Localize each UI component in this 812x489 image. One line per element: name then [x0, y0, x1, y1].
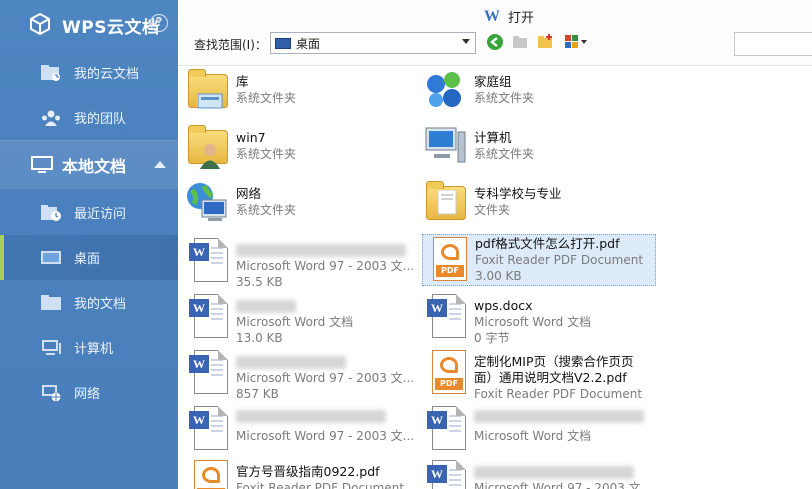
word-doc-icon: W	[422, 458, 468, 489]
folder-icon	[422, 180, 468, 228]
list-item[interactable]: W Microsoft Word 97 - 2003 文... 35.5 KB	[184, 236, 420, 290]
library-folder-icon	[184, 68, 230, 116]
view-grid-icon	[564, 34, 588, 53]
up-folder-icon	[511, 33, 529, 54]
wps-cloud-logo-icon	[28, 12, 52, 39]
list-item[interactable]: 专科学校与专业 文件夹	[422, 180, 658, 234]
sidebar-item-label: 网络	[74, 387, 101, 402]
computer-icon	[422, 124, 468, 172]
list-item[interactable]: 计算机 系统文件夹	[422, 124, 658, 178]
list-item-selected[interactable]: PDF pdf格式文件怎么打开.pdf Foxit Reader PDF Doc…	[422, 234, 656, 286]
pdf-doc-icon: PDF	[422, 348, 468, 396]
sidebar-item-label: 我的团队	[74, 112, 127, 127]
back-arrow-icon	[486, 33, 504, 54]
app-header: WPS云文档 ?	[0, 0, 178, 50]
sidebar-section-label: 本地文档	[62, 157, 127, 176]
list-item[interactable]: W Microsoft Word 文档 13.0 KB	[184, 292, 420, 346]
lookin-select[interactable]: 桌面	[270, 32, 476, 54]
cloud-folder-icon	[40, 64, 62, 82]
word-doc-icon: W	[184, 292, 230, 340]
list-item[interactable]: PDF 官方号晋级指南0922.pdf Foxit Reader PDF Doc…	[184, 458, 420, 489]
list-item[interactable]: win7 系统文件夹	[184, 124, 420, 178]
collapse-caret-icon[interactable]	[154, 161, 166, 168]
chevron-down-icon	[462, 39, 470, 44]
sidebar-item-label: 我的文档	[74, 297, 127, 312]
user-folder-icon	[184, 124, 230, 172]
word-doc-icon: W	[422, 292, 468, 340]
recent-clock-icon	[40, 204, 62, 222]
sidebar-item-computer[interactable]: 计算机	[0, 325, 178, 370]
desktop-icon	[40, 249, 62, 267]
search-input[interactable]	[734, 32, 812, 56]
list-item[interactable]: PDF 定制化MIP页（搜索合作页页 面）通用说明文档V2.2.pdf Foxi…	[422, 348, 658, 402]
dialog-title: W 打开	[484, 7, 535, 27]
sidebar-item-label: 计算机	[74, 342, 114, 357]
list-item[interactable]: 家庭组 系统文件夹	[422, 68, 658, 122]
word-doc-icon: W	[184, 236, 230, 284]
sidebar-item-my-cloud-docs[interactable]: 我的云文档	[0, 50, 178, 95]
team-icon	[40, 109, 62, 127]
view-menu-button[interactable]	[562, 33, 590, 53]
sidebar-item-recent[interactable]: 最近访问	[0, 190, 178, 235]
word-doc-icon: W	[184, 348, 230, 396]
sidebar-section-local-docs[interactable]: 本地文档	[0, 140, 178, 190]
sidebar: WPS云文档 ? 我的云文档 我的团队 本地文档 最近访问 桌面 我的文档 计算…	[0, 0, 178, 489]
network-globe-icon	[184, 180, 230, 228]
desktop-icon	[275, 37, 291, 49]
sidebar-item-label: 最近访问	[74, 207, 127, 222]
word-doc-icon: W	[422, 404, 468, 452]
help-icon[interactable]: ?	[150, 14, 168, 32]
monitor-icon	[30, 155, 54, 175]
list-item[interactable]: W wps.docx Microsoft Word 文档 0 字节	[422, 292, 658, 346]
new-folder-icon	[536, 33, 554, 54]
file-list: 库 系统文件夹 win7 系统文件夹 网络 系统文件夹 W Microsoft …	[178, 66, 812, 489]
open-dialog-header: W 打开 查找范围(I)： 桌面	[178, 0, 812, 66]
computer-icon	[40, 339, 62, 357]
list-item[interactable]: 库 系统文件夹	[184, 68, 420, 122]
my-documents-icon	[40, 294, 62, 312]
homegroup-icon	[422, 68, 468, 116]
dialog-title-text: 打开	[508, 11, 535, 26]
sidebar-item-my-documents[interactable]: 我的文档	[0, 280, 178, 325]
list-item[interactable]: W Microsoft Word 文档	[422, 404, 658, 458]
sidebar-item-label: 桌面	[74, 252, 101, 267]
sidebar-item-network[interactable]: 网络	[0, 370, 178, 415]
list-item[interactable]: W Microsoft Word 97 - 2003 文... 857 KB	[184, 348, 420, 402]
list-item[interactable]: 网络 系统文件夹	[184, 180, 420, 234]
pdf-doc-icon: PDF	[423, 235, 469, 283]
app-title: WPS云文档	[62, 17, 160, 38]
up-folder-button[interactable]	[510, 33, 530, 53]
sidebar-item-desktop[interactable]: 桌面	[0, 235, 178, 280]
sidebar-item-my-team[interactable]: 我的团队	[0, 95, 178, 140]
wps-writer-icon: W	[484, 7, 500, 25]
pdf-doc-icon: PDF	[184, 458, 230, 489]
list-item[interactable]: W Microsoft Word 97 - 2003 文...	[422, 458, 658, 489]
list-item[interactable]: W Microsoft Word 97 - 2003 文...	[184, 404, 420, 458]
lookin-value: 桌面	[296, 36, 321, 51]
new-folder-button[interactable]	[535, 33, 555, 53]
sidebar-item-label: 我的云文档	[74, 67, 140, 82]
network-icon	[40, 384, 62, 402]
back-button[interactable]	[485, 33, 505, 53]
lookin-label: 查找范围(I)：	[194, 38, 267, 52]
word-doc-icon: W	[184, 404, 230, 452]
